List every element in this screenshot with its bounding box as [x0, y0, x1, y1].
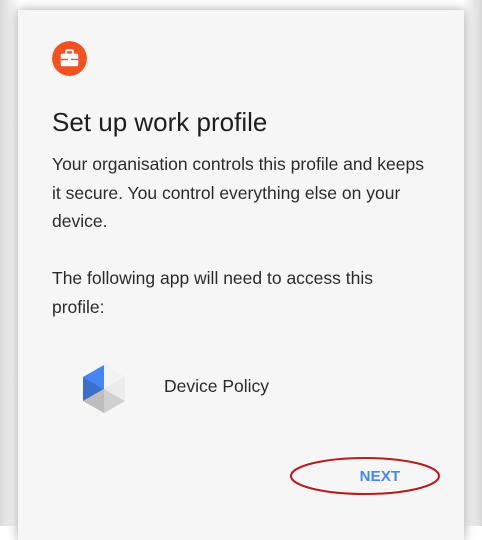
device-policy-icon [83, 365, 125, 413]
briefcase-icon [52, 41, 87, 76]
dialog-description: Your organisation controls this profile … [52, 154, 424, 231]
app-list-item: Device Policy [80, 362, 380, 416]
app-access-text: The following app will need to access th… [52, 268, 374, 317]
next-button[interactable]: NEXT [330, 456, 430, 496]
dialog-title: Set up work profile [52, 107, 268, 137]
app-name: Device Policy [164, 376, 270, 396]
